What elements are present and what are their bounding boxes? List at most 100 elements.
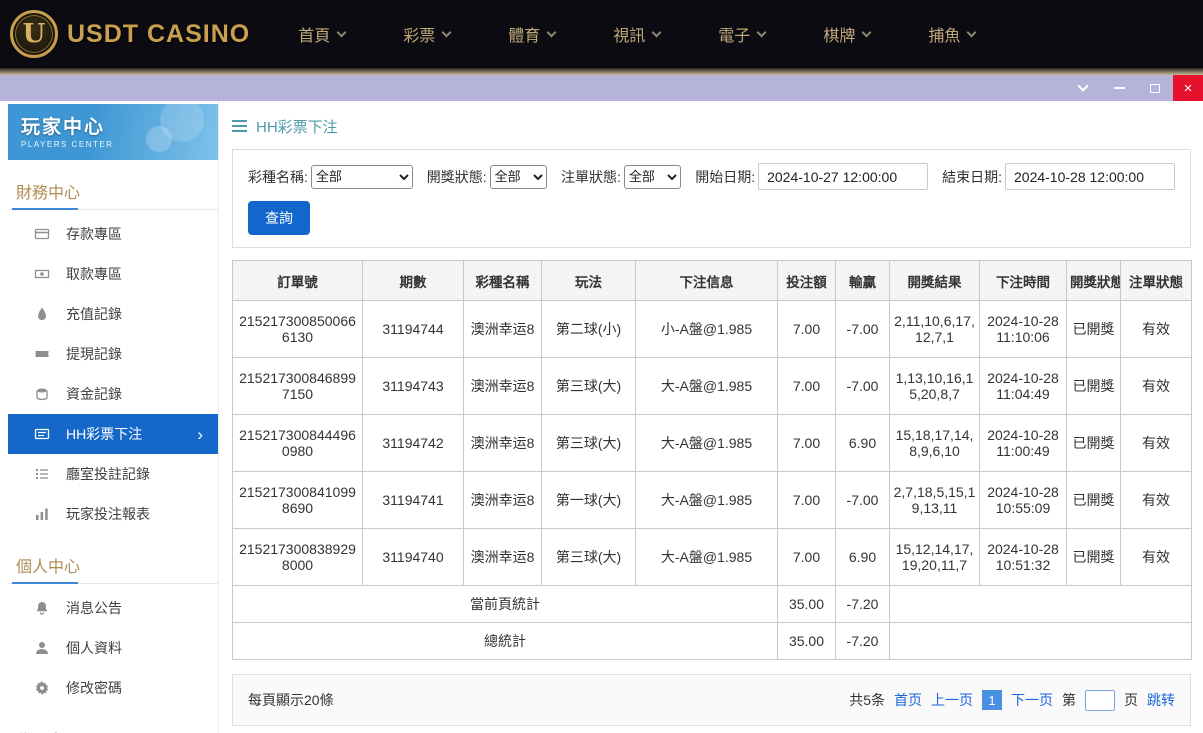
cell-order-no: 2152173008410998690 — [233, 472, 363, 529]
search-button[interactable]: 查詢 — [248, 201, 310, 235]
table-row: 2152173008389298000 31194740 澳洲幸运8 第三球(大… — [233, 529, 1192, 586]
sidebar-item-hh-lottery-bets[interactable]: HH彩票下注 › — [8, 414, 218, 454]
table-row: 2152173008500666130 31194744 澳洲幸运8 第二球(小… — [233, 301, 1192, 358]
grand-total-winloss: -7.20 — [836, 623, 890, 660]
sidebar-item-room-bet-records[interactable]: 廳室投註記錄 — [0, 454, 218, 494]
jump-button[interactable]: 跳转 — [1147, 690, 1175, 710]
cell-order-status: 有效 — [1121, 415, 1192, 472]
cell-play: 第三球(大) — [542, 358, 636, 415]
column-header: 訂單號 — [233, 261, 363, 301]
cell-play: 第一球(大) — [542, 472, 636, 529]
nav-item-video[interactable]: 視訊 — [613, 22, 660, 46]
cell-draw-result: 15,18,17,14,8,9,6,10 — [890, 415, 980, 472]
sidebar-item-profile[interactable]: 個人資料 — [0, 628, 218, 668]
nav-item-fishing[interactable]: 捕魚 — [928, 22, 975, 46]
cell-order-status: 有效 — [1121, 472, 1192, 529]
menu-toggle-icon[interactable] — [232, 120, 247, 132]
chevron-down-icon — [967, 27, 977, 37]
cell-draw-status: 已開獎 — [1067, 301, 1121, 358]
nav-item-electronic[interactable]: 電子 — [718, 22, 765, 46]
chevron-right-icon: › — [197, 426, 203, 443]
section-title-agent: 代理中心 — [8, 718, 218, 733]
coins-icon — [34, 386, 50, 402]
cell-play: 第三球(大) — [542, 529, 636, 586]
first-page-link[interactable]: 首页 — [894, 690, 922, 710]
current-page-indicator[interactable]: 1 — [982, 690, 1002, 710]
nav-item-sports[interactable]: 體育 — [508, 22, 555, 46]
sidebar-item-withdraw[interactable]: 取款專區 — [0, 254, 218, 294]
nav-item-label: 視訊 — [613, 22, 645, 46]
cell-draw-result: 2,7,18,5,15,19,13,11 — [890, 472, 980, 529]
order-status-select[interactable]: 全部 — [624, 165, 681, 189]
nav-item-label: 首頁 — [298, 22, 330, 46]
sidebar-item-recharge-records[interactable]: 充值記錄 — [0, 294, 218, 334]
grand-total-row: 總統計 35.00 -7.20 — [233, 623, 1192, 660]
window-shade-button[interactable] — [1065, 75, 1101, 101]
cell-draw-status: 已開獎 — [1067, 472, 1121, 529]
grand-total-empty — [890, 623, 1192, 660]
sidebar-item-change-password[interactable]: 修改密碼 — [0, 668, 218, 708]
sidebar-item-label: 存款專區 — [66, 224, 122, 244]
top-navigation-bar: U USDT CASINO 首頁 彩票 體育 視訊 電子 棋牌 捕魚 — [0, 0, 1203, 68]
lottery-name-label: 彩種名稱: — [248, 167, 308, 187]
cell-lottery: 澳洲幸运8 — [464, 358, 542, 415]
column-header: 期數 — [363, 261, 464, 301]
sidebar-item-label: 取款專區 — [66, 264, 122, 284]
page-jump-input[interactable] — [1085, 690, 1115, 711]
sidebar-item-deposit[interactable]: 存款專區 — [0, 214, 218, 254]
window-minimize-button[interactable] — [1101, 75, 1137, 101]
nav-item-home[interactable]: 首頁 — [298, 22, 345, 46]
chevron-down-icon — [1077, 80, 1088, 91]
cell-winloss: -7.00 — [836, 472, 890, 529]
close-icon: × — [1184, 80, 1193, 97]
sidebar-item-withdrawal-records[interactable]: 提現記錄 — [0, 334, 218, 374]
nav-item-lottery[interactable]: 彩票 — [403, 22, 450, 46]
nav-item-chess[interactable]: 棋牌 — [823, 22, 870, 46]
window-close-button[interactable]: × — [1173, 75, 1203, 101]
cell-period: 31194742 — [363, 415, 464, 472]
logo-letter: U — [23, 19, 46, 49]
cell-order-status: 有效 — [1121, 358, 1192, 415]
nav-item-label: 電子 — [718, 22, 750, 46]
cell-lottery: 澳洲幸运8 — [464, 301, 542, 358]
cell-lottery: 澳洲幸运8 — [464, 472, 542, 529]
next-page-link[interactable]: 下一页 — [1011, 690, 1053, 710]
page-total-row: 當前頁統計 35.00 -7.20 — [233, 586, 1192, 623]
cell-order-no: 2152173008500666130 — [233, 301, 363, 358]
window-maximize-button[interactable] — [1137, 75, 1173, 101]
cell-bet-info: 大-A盤@1.985 — [636, 472, 778, 529]
sidebar-item-label: 資金記錄 — [66, 384, 122, 404]
draw-status-select[interactable]: 全部 — [490, 165, 547, 189]
jump-prefix-text: 第 — [1062, 690, 1076, 710]
column-header: 投注額 — [778, 261, 836, 301]
chevron-down-icon — [652, 27, 662, 37]
bell-icon — [34, 600, 50, 616]
end-date-input[interactable] — [1005, 163, 1175, 190]
prev-page-link[interactable]: 上一页 — [931, 690, 973, 710]
page-total-winloss: -7.20 — [836, 586, 890, 623]
column-header: 玩法 — [542, 261, 636, 301]
bets-table-panel: 訂單號 期數 彩種名稱 玩法 下注信息 投注額 輸贏 開獎結果 下注時間 開獎狀… — [232, 260, 1191, 660]
cell-order-status: 有效 — [1121, 301, 1192, 358]
column-header: 開獎狀態 — [1067, 261, 1121, 301]
cell-bet-info: 大-A盤@1.985 — [636, 415, 778, 472]
table-row: 2152173008444960980 31194742 澳洲幸运8 第三球(大… — [233, 415, 1192, 472]
column-header: 開獎結果 — [890, 261, 980, 301]
sidebar-item-fund-records[interactable]: 資金記錄 — [0, 374, 218, 414]
lottery-name-select[interactable]: 全部 — [311, 165, 413, 189]
cell-order-status: 有效 — [1121, 529, 1192, 586]
cell-order-no: 2152173008389298000 — [233, 529, 363, 586]
sidebar-header: 玩家中心 PLAYERS CENTER — [8, 104, 218, 160]
grand-total-label: 總統計 — [233, 623, 778, 660]
logo[interactable]: U USDT CASINO — [10, 10, 250, 58]
ticket-icon — [34, 346, 50, 362]
sidebar-item-announcements[interactable]: 消息公告 — [0, 588, 218, 628]
table-row: 2152173008410998690 31194741 澳洲幸运8 第一球(大… — [233, 472, 1192, 529]
sidebar-item-label: 消息公告 — [66, 598, 122, 618]
per-page-text: 每頁顯示20條 — [248, 690, 334, 710]
start-date-input[interactable] — [758, 163, 928, 190]
sidebar-item-player-bet-report[interactable]: 玩家投注報表 — [0, 494, 218, 534]
column-header: 輸贏 — [836, 261, 890, 301]
cell-winloss: -7.00 — [836, 358, 890, 415]
cell-bet-time: 2024-10-28 10:51:32 — [980, 529, 1067, 586]
